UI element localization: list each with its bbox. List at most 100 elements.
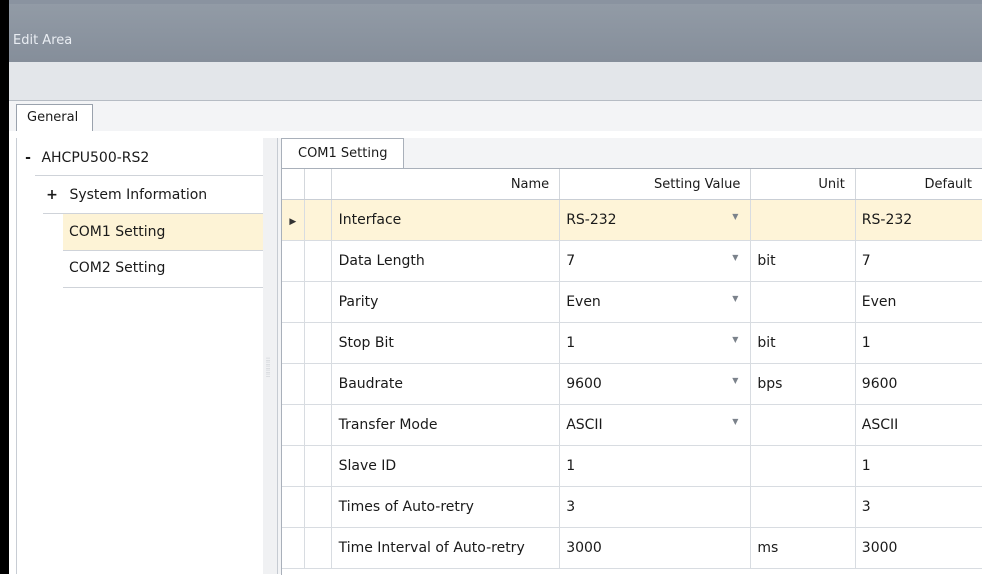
setting-unit — [750, 281, 856, 323]
chevron-down-icon[interactable]: ▼ — [732, 294, 738, 303]
tab-strip: General — [9, 101, 982, 132]
divider — [63, 287, 263, 288]
column-header-default[interactable]: Default — [855, 169, 982, 200]
window-frame-left — [0, 0, 9, 574]
row-indicator[interactable] — [282, 527, 305, 569]
table-row[interactable]: Baudrate 9600 ▼ bps 9600 — [282, 363, 982, 405]
setting-value-cell[interactable]: 3000 — [559, 527, 752, 569]
row-indicator[interactable] — [282, 240, 305, 282]
tree-item-label: COM2 Setting — [69, 260, 166, 276]
setting-value[interactable]: 9600 — [566, 376, 602, 392]
setting-name: Slave ID — [331, 445, 561, 487]
setting-default: 1 — [855, 445, 982, 487]
column-header-name[interactable]: Name — [331, 169, 561, 200]
setting-name: Stop Bit — [331, 322, 561, 364]
setting-value-cell[interactable]: 9600 ▼ — [559, 363, 752, 405]
table-row[interactable]: Slave ID 1 1 — [282, 445, 982, 487]
table-row[interactable]: Parity Even ▼ Even — [282, 281, 982, 323]
row-indicator[interactable] — [282, 363, 305, 405]
setting-value[interactable]: 3000 — [566, 540, 602, 556]
setting-value[interactable]: ASCII — [566, 417, 603, 433]
setting-unit: bps — [750, 363, 856, 405]
divider — [35, 175, 263, 176]
setting-value[interactable]: RS-232 — [566, 212, 616, 228]
tree-item-label: System Information — [69, 187, 208, 203]
table-row[interactable]: Times of Auto-retry 3 3 — [282, 486, 982, 528]
setting-value[interactable]: 3 — [566, 499, 575, 515]
chevron-down-icon[interactable]: ▼ — [732, 417, 738, 426]
tree-item-com2-setting[interactable]: COM2 Setting — [63, 250, 263, 286]
setting-value-cell[interactable]: 1 ▼ — [559, 322, 752, 364]
setting-value-cell[interactable]: ASCII ▼ — [559, 404, 752, 446]
row-indicator[interactable] — [282, 486, 305, 528]
row-gap — [304, 199, 332, 241]
setting-value-cell[interactable]: 1 — [559, 445, 752, 487]
setting-value[interactable]: 7 — [566, 253, 575, 269]
setting-unit — [750, 404, 856, 446]
collapse-icon[interactable]: - — [19, 140, 37, 176]
setting-default: 3 — [855, 486, 982, 528]
tree-item-root[interactable]: - AHCPU500-RS2 — [17, 140, 263, 176]
chevron-down-icon[interactable]: ▼ — [732, 376, 738, 385]
setting-default: RS-232 — [855, 199, 982, 241]
row-selected-arrow-icon: ▶ — [289, 217, 297, 227]
setting-value[interactable]: Even — [566, 294, 601, 310]
setting-unit: ms — [750, 527, 856, 569]
expand-icon[interactable]: + — [43, 177, 61, 213]
setting-name: Time Interval of Auto-retry — [331, 527, 561, 569]
row-indicator[interactable] — [282, 322, 305, 364]
tree-item-com1-setting[interactable]: COM1 Setting — [63, 214, 263, 250]
table-row[interactable]: Time Interval of Auto-retry 3000 ms 3000 — [282, 527, 982, 569]
row-gap — [304, 240, 332, 282]
setting-name: Times of Auto-retry — [331, 486, 561, 528]
row-gap — [304, 322, 332, 364]
setting-unit — [750, 445, 856, 487]
column-header-setting-value[interactable]: Setting Value — [559, 169, 752, 200]
tree-item-system-information[interactable]: + System Information — [43, 177, 263, 213]
setting-default: 9600 — [855, 363, 982, 405]
setting-value-cell[interactable]: 3 — [559, 486, 752, 528]
setting-value-cell[interactable]: RS-232 ▼ — [559, 199, 752, 241]
tab-general[interactable]: General — [16, 104, 94, 132]
setting-name: Data Length — [331, 240, 561, 282]
window-title: Edit Area — [13, 33, 73, 48]
gap-header — [304, 169, 332, 200]
setting-value-cell[interactable]: 7 ▼ — [559, 240, 752, 282]
row-gap — [304, 281, 332, 323]
chevron-down-icon[interactable]: ▼ — [732, 212, 738, 221]
table-row[interactable]: Transfer Mode ASCII ▼ ASCII — [282, 404, 982, 446]
tab-com1-setting[interactable]: COM1 Setting — [281, 138, 405, 169]
row-indicator-header — [282, 169, 305, 200]
setting-value[interactable]: 1 — [566, 458, 575, 474]
setting-name: Interface — [331, 199, 561, 241]
row-indicator[interactable] — [282, 281, 305, 323]
row-indicator[interactable] — [282, 445, 305, 487]
splitter-grip-icon: :::::::::: — [266, 356, 271, 379]
device-tree: - AHCPU500-RS2 + System Information COM1… — [16, 138, 264, 574]
table-row[interactable]: ▶ Interface RS-232 ▼ RS-232 — [282, 199, 982, 241]
row-indicator[interactable]: ▶ — [282, 199, 305, 241]
chevron-down-icon[interactable]: ▼ — [732, 335, 738, 344]
chevron-down-icon[interactable]: ▼ — [732, 253, 738, 262]
setting-unit: bit — [750, 322, 856, 364]
table-row[interactable]: Stop Bit 1 ▼ bit 1 — [282, 322, 982, 364]
setting-default: ASCII — [855, 404, 982, 446]
setting-default: 1 — [855, 322, 982, 364]
setting-name: Baudrate — [331, 363, 561, 405]
setting-value[interactable]: 1 — [566, 335, 575, 351]
row-gap — [304, 404, 332, 446]
title-bar: Edit Area — [9, 4, 982, 62]
setting-value-cell[interactable]: Even ▼ — [559, 281, 752, 323]
setting-unit — [750, 486, 856, 528]
row-indicator[interactable] — [282, 404, 305, 446]
pane-splitter[interactable]: :::::::::: — [263, 138, 278, 574]
setting-default: 7 — [855, 240, 982, 282]
tree-item-label: AHCPU500-RS2 — [41, 150, 150, 166]
table-row[interactable]: Data Length 7 ▼ bit 7 — [282, 240, 982, 282]
row-gap — [304, 363, 332, 405]
setting-default: 3000 — [855, 527, 982, 569]
setting-unit: bit — [750, 240, 856, 282]
setting-name: Transfer Mode — [331, 404, 561, 446]
column-header-unit[interactable]: Unit — [750, 169, 856, 200]
settings-grid: Name Setting Value Unit Default ▶ Interfa… — [281, 168, 982, 575]
